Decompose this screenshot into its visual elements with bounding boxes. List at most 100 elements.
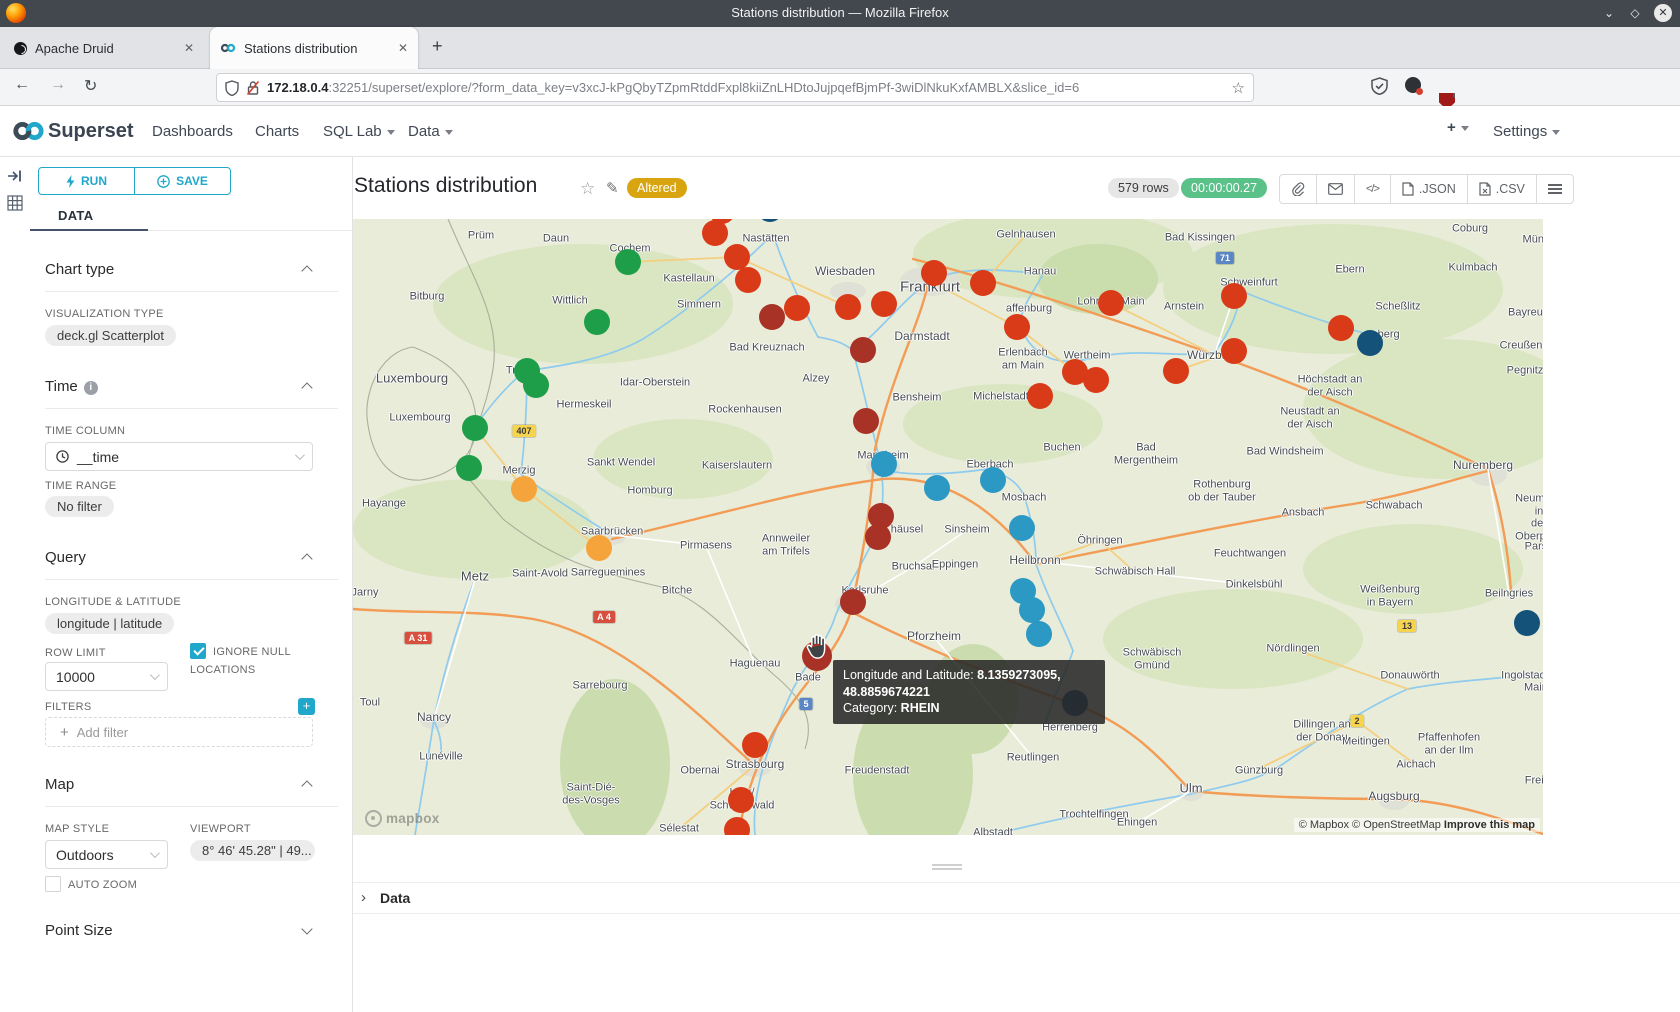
add-filter-dropzone[interactable]: + Add filter [45, 717, 313, 747]
map-point[interactable] [1357, 330, 1383, 356]
nav-data[interactable]: Data [408, 123, 453, 140]
map-point[interactable] [615, 249, 641, 275]
map-point[interactable] [511, 476, 537, 502]
maximize-icon[interactable]: ◇ [1626, 4, 1644, 22]
minimize-icon[interactable]: ⌄ [1600, 4, 1618, 22]
time-column-select[interactable]: __time [45, 442, 313, 471]
map-point[interactable] [1004, 314, 1030, 340]
map-point[interactable] [1027, 383, 1053, 409]
bookmark-star-icon[interactable]: ☆ [1232, 79, 1245, 97]
add-new-button[interactable]: + [1447, 119, 1469, 136]
map-point[interactable] [1514, 610, 1540, 636]
map-point[interactable] [586, 535, 612, 561]
map-point[interactable] [784, 295, 810, 321]
back-button[interactable]: ← [14, 76, 30, 94]
map-point[interactable] [1019, 597, 1045, 623]
row-limit-select[interactable]: 10000 [45, 662, 168, 691]
section-query[interactable]: Query [45, 549, 86, 566]
map-point[interactable] [871, 451, 897, 477]
map-point[interactable] [835, 294, 861, 320]
url-bar[interactable]: 172.18.0.4:32251/superset/explore/?form_… [216, 73, 1254, 102]
deckgl-map[interactable]: PrümDaunCochemNastättenGelnhausenBad Kis… [353, 219, 1543, 835]
expand-panel-icon[interactable] [7, 169, 23, 183]
lonlat-value[interactable]: longitude | latitude [45, 613, 174, 634]
settings-menu[interactable]: Settings [1493, 123, 1560, 140]
section-chart-type[interactable]: Chart type [45, 261, 114, 278]
ignore-null-checkbox[interactable] [190, 643, 206, 659]
nav-sql-lab[interactable]: SQL Lab [323, 123, 395, 140]
nav-dashboards[interactable]: Dashboards [152, 123, 233, 140]
tracking-shield-icon[interactable] [225, 80, 239, 96]
map-point[interactable] [921, 260, 947, 286]
window-titlebar[interactable]: Stations distribution — Mozilla Firefox … [0, 0, 1680, 27]
map-point[interactable] [871, 291, 897, 317]
map-point[interactable] [970, 270, 996, 296]
map-point[interactable] [462, 415, 488, 441]
chart-title[interactable]: Stations distribution [354, 174, 537, 198]
map-point[interactable] [853, 408, 879, 434]
email-button[interactable] [1317, 175, 1355, 203]
map-point[interactable] [865, 524, 891, 550]
map-attribution[interactable]: © Mapbox © OpenStreetMap Improve this ma… [1294, 818, 1540, 832]
section-point-size[interactable]: Point Size [45, 922, 113, 939]
mapbox-logo[interactable]: mapbox [365, 810, 440, 827]
map-point[interactable] [456, 455, 482, 481]
viewport-value[interactable]: 8° 46' 45.28" | 49... [190, 840, 315, 861]
url-text[interactable]: 172.18.0.4:32251/superset/explore/?form_… [267, 80, 1225, 95]
time-range-value[interactable]: No filter [45, 496, 114, 517]
new-tab-button[interactable]: + [432, 36, 443, 57]
map-style-select[interactable]: Outdoors [45, 840, 168, 869]
map-point[interactable] [1009, 515, 1035, 541]
viz-type-value[interactable]: deck.gl Scatterplot [45, 325, 176, 346]
tab-stations-distribution[interactable]: Stations distribution ✕ [210, 27, 418, 69]
section-map[interactable]: Map [45, 776, 74, 793]
embed-code-button[interactable]: </> [1355, 175, 1391, 203]
collapse-icon[interactable] [301, 382, 312, 393]
nav-charts[interactable]: Charts [255, 123, 299, 140]
collapse-icon[interactable] [301, 553, 312, 564]
forward-button[interactable]: → [50, 76, 66, 94]
reload-button[interactable]: ↻ [84, 76, 97, 96]
data-expander[interactable]: › Data [353, 882, 1680, 914]
close-window-icon[interactable]: ✕ [1654, 4, 1672, 22]
add-filter-plus-button[interactable]: + [298, 698, 315, 715]
map-point[interactable] [840, 589, 866, 615]
brand-name[interactable]: Superset [48, 120, 134, 143]
dataset-grid-icon[interactable] [7, 195, 23, 211]
auto-zoom-checkbox[interactable] [45, 876, 61, 892]
resize-handle[interactable] [932, 864, 962, 866]
map-point[interactable] [759, 304, 785, 330]
map-point[interactable] [728, 787, 754, 813]
shield-check-extension-icon[interactable] [1371, 77, 1388, 95]
map-point[interactable] [702, 220, 728, 246]
altered-badge[interactable]: Altered [627, 178, 687, 198]
map-point[interactable] [980, 467, 1006, 493]
more-options-button[interactable] [1537, 175, 1573, 203]
map-point[interactable] [924, 475, 950, 501]
save-button[interactable]: SAVE [135, 168, 230, 194]
tab-data[interactable]: DATA [58, 208, 93, 223]
export-json-button[interactable]: .JSON [1391, 175, 1468, 203]
insecure-lock-icon[interactable] [246, 80, 260, 96]
close-tab-icon[interactable]: ✕ [398, 41, 408, 55]
map-point[interactable] [1221, 338, 1247, 364]
section-time[interactable]: Timei [45, 378, 98, 395]
share-link-button[interactable] [1280, 175, 1317, 203]
edit-title-icon[interactable]: ✎ [606, 179, 619, 197]
export-csv-button[interactable]: .CSV [1468, 175, 1537, 203]
map-point[interactable] [1098, 290, 1124, 316]
map-point[interactable] [742, 732, 768, 758]
run-button[interactable]: RUN [39, 168, 135, 194]
map-point[interactable] [850, 337, 876, 363]
map-point[interactable] [584, 309, 610, 335]
expand-icon[interactable] [301, 923, 312, 934]
map-point[interactable] [1163, 358, 1189, 384]
map-point[interactable] [735, 267, 761, 293]
map-point[interactable] [1026, 621, 1052, 647]
close-tab-icon[interactable]: ✕ [184, 41, 194, 55]
map-point[interactable] [1083, 367, 1109, 393]
map-point[interactable] [1328, 315, 1354, 341]
collapse-icon[interactable] [301, 265, 312, 276]
favorite-star-icon[interactable]: ☆ [580, 179, 595, 199]
tab-apache-druid[interactable]: Apache Druid ✕ [4, 27, 204, 69]
